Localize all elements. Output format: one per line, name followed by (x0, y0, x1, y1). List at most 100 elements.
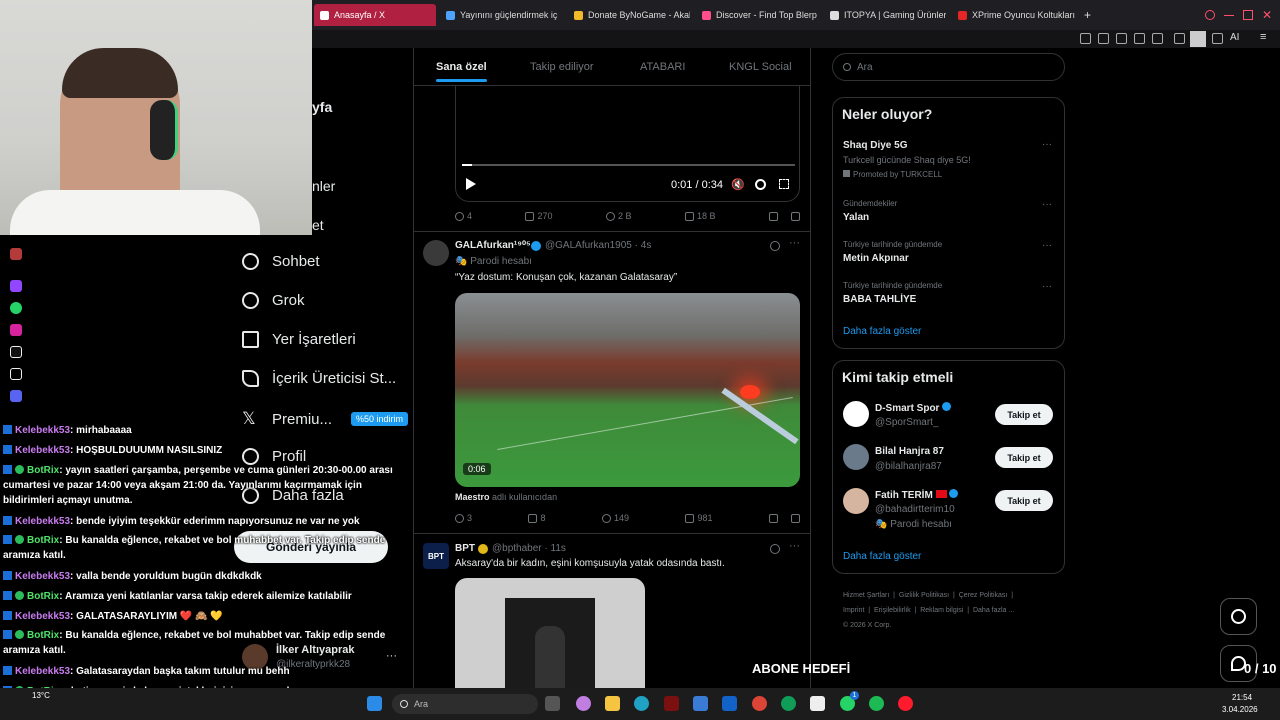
capcut-icon[interactable] (810, 696, 825, 711)
chrome-icon[interactable] (781, 696, 796, 711)
settings-icon[interactable] (755, 179, 766, 190)
avatar[interactable] (843, 444, 869, 470)
tab-atabari[interactable]: ATABARI (640, 61, 685, 73)
nav-lists-partial[interactable]: nler (312, 178, 335, 194)
more-icon[interactable]: ··· (789, 237, 800, 249)
trend-title[interactable]: BABA TAHLİYE (843, 294, 916, 305)
bpt-logo[interactable]: BPT (423, 543, 449, 569)
bookmark-share[interactable] (768, 211, 800, 221)
video-progress-track[interactable] (462, 164, 795, 166)
reply-button[interactable]: 4 (455, 211, 472, 221)
post2-handle[interactable]: @GALAfurkan1905 · 4s (545, 240, 651, 251)
tab-kngl-social[interactable]: KNGL Social (729, 61, 792, 73)
footer-link[interactable]: Gizlilik Politikası (899, 592, 949, 599)
tab-5[interactable]: ITOPYA | Gaming Ürünler (824, 4, 946, 26)
nav-creator-studio[interactable]: İçerik Üreticisi St... (242, 370, 396, 387)
grok-icon[interactable] (770, 241, 780, 251)
play-icon[interactable] (1134, 33, 1145, 44)
footer-link[interactable]: Hizmet Şartları (843, 592, 889, 599)
reply-button[interactable]: 3 (455, 513, 472, 523)
chrome-icon[interactable] (752, 696, 767, 711)
download-icon[interactable] (1212, 33, 1223, 44)
task-view-icon[interactable] (545, 696, 560, 711)
grok-float-button[interactable] (1220, 598, 1257, 635)
nav-home-partial[interactable]: yfa (312, 99, 332, 115)
search-input[interactable]: Ara (832, 53, 1065, 81)
screenshot-icon[interactable] (1098, 33, 1109, 44)
trend-title[interactable]: Metin Akpınar (843, 253, 909, 264)
trend-more-icon[interactable]: ··· (1042, 281, 1052, 292)
follow-name[interactable]: Fatih TERİM (875, 489, 959, 501)
repost-button[interactable]: 8 (528, 513, 546, 523)
footer-link[interactable]: Reklam bilgisi (920, 607, 963, 614)
edge-icon[interactable] (634, 696, 649, 711)
post3-name[interactable]: BPT (455, 543, 475, 554)
repost-button[interactable]: 270 (525, 211, 553, 221)
trend-title[interactable]: Yalan (843, 212, 869, 223)
heart-icon[interactable] (1152, 33, 1163, 44)
nav-bookmarks[interactable]: Yer İşaretleri (242, 331, 356, 348)
tab-for-you[interactable]: Sana özel (436, 61, 487, 82)
play-icon[interactable] (466, 178, 476, 190)
tab-4[interactable]: Discover - Find Top Blerp (696, 4, 818, 26)
footer-link[interactable]: Daha fazla ... (973, 607, 1014, 614)
views-button[interactable]: 981 (685, 513, 713, 523)
who-show-more[interactable]: Daha fazla göster (843, 551, 921, 562)
follow-button[interactable]: Takip et (995, 404, 1053, 425)
like-button[interactable]: 149 (601, 513, 629, 523)
minimize-icon[interactable] (1224, 15, 1234, 16)
mute-icon[interactable]: 🔇 (731, 178, 745, 191)
video-player[interactable]: 0:01 / 0:34 🔇 (455, 86, 800, 202)
footer-link[interactable]: Çerez Politikası (959, 592, 1008, 599)
spotify-icon[interactable] (869, 696, 884, 711)
trend-title[interactable]: Shaq Diye 5G (843, 140, 907, 151)
close-icon[interactable]: ✕ (1262, 8, 1272, 22)
maximize-icon[interactable] (1243, 10, 1253, 20)
outlook-icon[interactable] (722, 696, 737, 711)
file-explorer-icon[interactable] (605, 696, 620, 711)
trends-show-more[interactable]: Daha fazla göster (843, 326, 921, 337)
follow-button[interactable]: Takip et (995, 447, 1053, 468)
avatar[interactable] (843, 401, 869, 427)
opera-icon[interactable] (898, 696, 913, 711)
post2-video[interactable]: 0:06 (455, 293, 800, 487)
tab-2[interactable]: Yayınını güçlendirmek için (440, 4, 558, 26)
post2-name[interactable]: GALAfurkan¹⁹⁰⁵ (455, 240, 531, 251)
post3-image[interactable] (455, 578, 645, 688)
bookmark-share[interactable] (768, 513, 800, 523)
follow-name[interactable]: D-Smart Spor (875, 402, 952, 414)
views-button[interactable]: 18 B (684, 211, 715, 221)
tab-6[interactable]: XPrime Oyuncu Koltukları (952, 4, 1076, 26)
trend-more-icon[interactable]: ··· (1042, 139, 1052, 150)
nav-grok[interactable]: Grok (242, 292, 305, 309)
more-icon[interactable]: ··· (789, 540, 800, 552)
clock-time[interactable]: 21:54 (1232, 693, 1252, 702)
menu-icon[interactable]: ≡ (1260, 31, 1266, 43)
follow-name[interactable]: Bilal Hanjra 87 (875, 446, 944, 457)
footer-link[interactable]: Erişilebilirlik (874, 607, 911, 614)
avatar[interactable] (423, 240, 449, 266)
copilot-icon[interactable] (576, 696, 591, 711)
tab-3[interactable]: Donate ByNoGame - Akab (568, 4, 690, 26)
like-button[interactable]: 2 B (605, 211, 632, 221)
app-icon[interactable] (664, 696, 679, 711)
app-icon[interactable] (693, 696, 708, 711)
follow-button[interactable]: Takip et (995, 490, 1053, 511)
media-attribution[interactable]: Maestro adlı kullanıcıdan (455, 492, 557, 502)
fullscreen-icon[interactable] (779, 179, 789, 189)
tab-x-home[interactable]: Anasayfa / X (314, 4, 436, 26)
tab-following[interactable]: Takip ediliyor (530, 61, 594, 73)
extensions-icon[interactable] (1174, 33, 1185, 44)
nav-bookmarks-partial[interactable]: et (312, 217, 324, 233)
footer-link[interactable]: Imprint (843, 607, 864, 614)
taskbar-search[interactable]: Ara (392, 694, 538, 714)
bookmark-icon[interactable] (1080, 33, 1091, 44)
new-tab-button[interactable]: + (1078, 4, 1096, 26)
avatar[interactable] (843, 488, 869, 514)
weather-widget[interactable]: 13°C (32, 691, 50, 700)
trend-more-icon[interactable]: ··· (1042, 240, 1052, 251)
grok-icon[interactable] (770, 544, 780, 554)
clock-date[interactable]: 3.04.2026 (1222, 705, 1258, 714)
trend-more-icon[interactable]: ··· (1042, 199, 1052, 210)
ai-button[interactable]: AI (1230, 32, 1239, 43)
